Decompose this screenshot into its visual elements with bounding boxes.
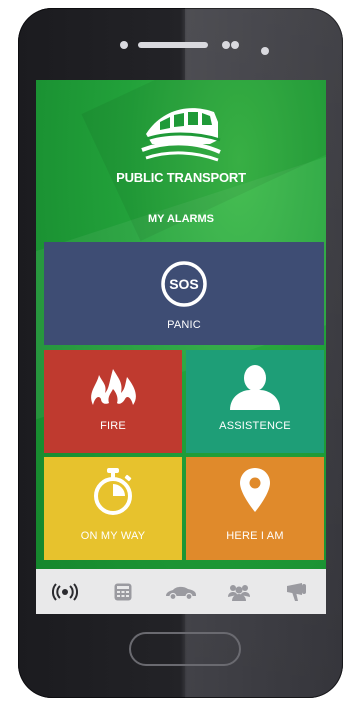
earpiece-speaker [138,42,208,48]
sensor-dot [222,41,230,49]
assistance-tile-button[interactable]: ASSISTENCE [186,350,324,453]
app-screen: PUBLIC TRANSPORT MY ALARMS SOS PANIC FIR… [36,80,326,614]
bus-logo-icon [141,108,221,162]
car-icon [166,586,196,600]
here-i-am-tile-button[interactable]: HERE I AM [186,457,324,560]
on-my-way-tile-button[interactable]: ON MY WAY [44,457,182,560]
panic-label: PANIC [167,319,201,331]
person-icon [230,365,280,410]
tab-car[interactable] [152,569,210,614]
sos-icon-text: SOS [169,276,199,292]
home-button[interactable] [129,632,241,666]
calculator-icon [114,583,132,600]
stopwatch-icon [94,468,132,515]
tab-calculator[interactable] [94,569,152,614]
tab-megaphone[interactable] [268,569,326,614]
broadcast-icon [52,582,78,601]
fire-icon [91,369,136,405]
section-title: MY ALARMS [148,213,214,225]
megaphone-icon [287,582,306,601]
bottom-tab-bar [36,569,326,614]
sos-icon: SOS [161,261,207,307]
sensor-dot [120,41,128,49]
assistance-label: ASSISTENCE [219,420,291,432]
tab-alarms[interactable] [36,569,94,614]
group-icon [228,584,250,601]
on-my-way-label: ON MY WAY [80,530,146,542]
location-pin-icon [240,468,270,512]
fire-tile-button[interactable]: FIRE [44,350,182,453]
app-brand-title: PUBLIC TRANSPORT [116,170,246,185]
tab-group[interactable] [210,569,268,614]
here-i-am-label: HERE I AM [226,530,284,542]
panic-tile-button[interactable]: SOS PANIC [44,242,324,345]
fire-label: FIRE [100,420,126,432]
front-camera [261,47,269,55]
sensor-dot [231,41,239,49]
